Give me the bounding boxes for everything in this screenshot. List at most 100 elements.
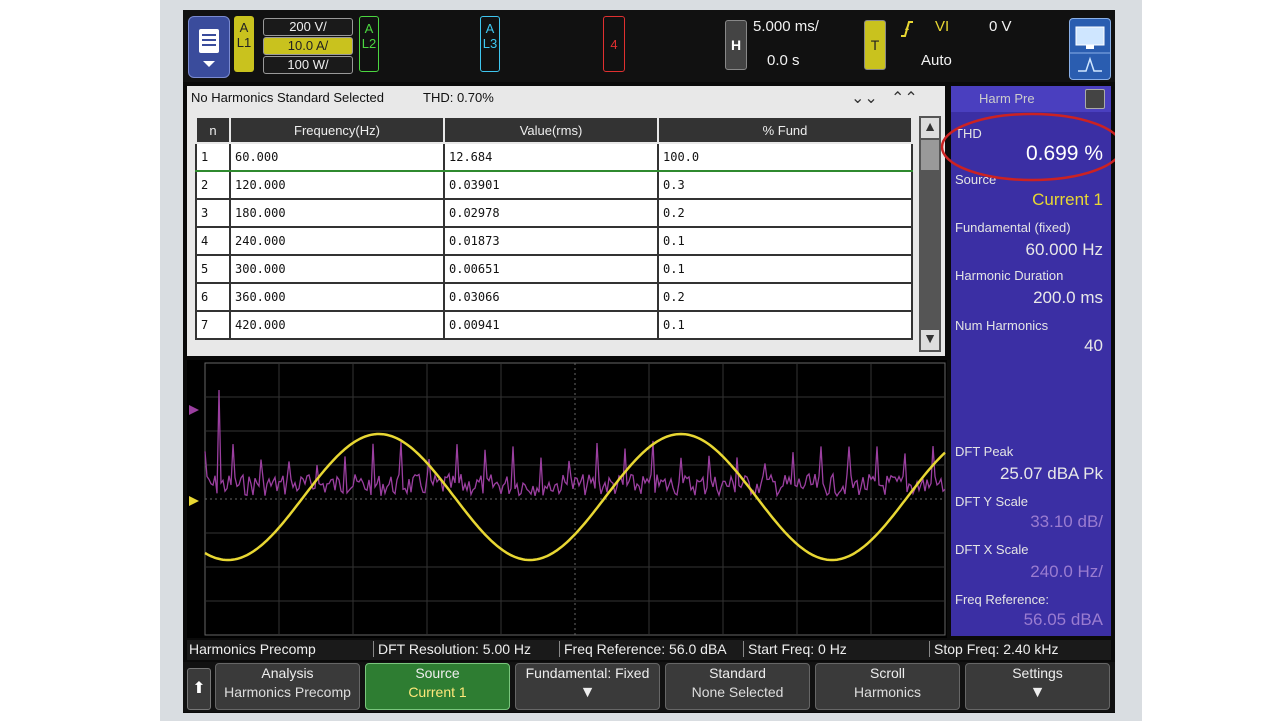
channel-l1-scales[interactable]: 200 V/ 10.0 A/ 100 W/: [263, 16, 355, 74]
num-harmonics-label: Num Harmonics: [955, 318, 1049, 333]
softkey-fundamental[interactable]: Fundamental: Fixed ▼: [515, 663, 660, 710]
num-harmonics-value: 40: [1084, 336, 1103, 355]
col-frequency[interactable]: Frequency(Hz): [229, 116, 445, 144]
side-panel-header: Harm Pre: [951, 86, 1111, 112]
fft-ground-marker[interactable]: [189, 405, 199, 415]
table-cell: 300.000: [229, 254, 445, 284]
table-cell: 4: [195, 226, 231, 256]
table-row[interactable]: 1 60.000 12.684 100.0: [195, 142, 913, 172]
table-cell: 0.00941: [443, 310, 659, 340]
channel-l3-letter: A: [485, 21, 495, 36]
panel-settings-icon[interactable]: [1085, 89, 1105, 109]
channel-l1-name: L1: [236, 35, 252, 50]
table-cell: 0.00651: [443, 254, 659, 284]
table-cell: 6: [195, 282, 231, 312]
channel-l1-tag[interactable]: A L1: [234, 16, 254, 72]
softkey-analysis[interactable]: Analysis Harmonics Precomp: [215, 663, 360, 710]
table-row[interactable]: 3 180.000 0.02978 0.2: [195, 198, 913, 228]
voltage-scale: 200 V/: [263, 18, 353, 36]
softkey-source-label: Source: [415, 665, 460, 681]
table-cell: 0.2: [657, 198, 913, 228]
table-row[interactable]: 7 420.000 0.00941 0.1: [195, 310, 913, 340]
dft-xscale-value: 240.0 Hz/: [1030, 562, 1103, 581]
freq-ref-value: 56.05 dBA: [1023, 610, 1103, 629]
table-cell: 0.03066: [443, 282, 659, 312]
channel-l3-name: L3: [482, 36, 498, 51]
channel-1-ground-marker[interactable]: [189, 496, 199, 506]
softkey-source[interactable]: Source Current 1: [365, 663, 510, 710]
col-value[interactable]: Value(rms): [443, 116, 659, 144]
duration-value: 200.0 ms: [1033, 288, 1103, 307]
table-cell: 100.0: [657, 142, 913, 172]
side-panel-tab[interactable]: Harm Pre: [979, 91, 1035, 106]
channel-l2-name: L2: [361, 36, 377, 51]
collapse-up-icon[interactable]: ⌃⌃: [891, 88, 918, 108]
display-mode-button[interactable]: [1069, 18, 1111, 80]
table-cell: 0.3: [657, 170, 913, 200]
col-n[interactable]: n: [195, 116, 231, 144]
dft-yscale-label: DFT Y Scale: [955, 494, 1028, 509]
trigger-button[interactable]: T: [864, 20, 886, 70]
harmonics-table: n Frequency(Hz) Value(rms) % Fund 1 60.00…: [195, 116, 913, 340]
horizontal-button[interactable]: H: [725, 20, 747, 70]
channel-4-tag[interactable]: 4: [603, 16, 625, 72]
table-cell: 0.01873: [443, 226, 659, 256]
thd-summary: THD: 0.70%: [423, 90, 494, 105]
table-row[interactable]: 6 360.000 0.03066 0.2: [195, 282, 913, 312]
delay-value: 0.0 s: [767, 52, 800, 69]
rising-edge-icon: [901, 21, 913, 37]
table-cell: 5: [195, 254, 231, 284]
dft-peak-label: DFT Peak: [955, 444, 1014, 459]
softkey-settings[interactable]: Settings ▼: [965, 663, 1110, 710]
table-row[interactable]: 5 300.000 0.00651 0.1: [195, 254, 913, 284]
col-fund[interactable]: % Fund: [657, 116, 913, 144]
collapse-down-icon[interactable]: ⌄⌄: [851, 88, 878, 108]
timebase-value: 5.000 ms/: [753, 18, 819, 35]
table-cell: 120.000: [229, 170, 445, 200]
channel-l3-tag[interactable]: A L3: [480, 16, 500, 72]
softkey-bar: ⬆ Analysis Harmonics Precomp Source Curr…: [183, 662, 1115, 712]
menu-button[interactable]: [188, 16, 230, 78]
status-freq-reference: Freq Reference: 56.0 dBA: [559, 641, 727, 657]
channel-l2-tag[interactable]: A L2: [359, 16, 379, 72]
table-row[interactable]: 4 240.000 0.01873 0.1: [195, 226, 913, 256]
trigger-source: VI: [935, 18, 950, 35]
status-start-freq: Start Freq: 0 Hz: [743, 641, 847, 657]
table-cell: 0.1: [657, 226, 913, 256]
table-cell: 60.000: [229, 142, 445, 172]
table-cell: 240.000: [229, 226, 445, 256]
dft-yscale-value: 33.10 dB/: [1030, 512, 1103, 531]
status-line: Harmonics Precomp DFT Resolution: 5.00 H…: [187, 640, 1111, 660]
menu-icon: [199, 29, 219, 67]
trigger-mode: Auto: [921, 52, 952, 69]
harmonics-table-panel: No Harmonics Standard Selected THD: 0.70…: [187, 86, 945, 356]
table-cell: 0.2: [657, 282, 913, 312]
table-cell: 7: [195, 310, 231, 340]
softkey-standard-value: None Selected: [691, 684, 784, 700]
softkey-scroll-value: Harmonics: [854, 684, 921, 700]
softkey-standard[interactable]: Standard None Selected: [665, 663, 810, 710]
oscilloscope-screen: A L1 200 V/ 10.0 A/ 100 W/ A L2 A L3 4 H…: [183, 10, 1115, 713]
softkey-source-value: Current 1: [408, 684, 467, 700]
softkey-scroll[interactable]: Scroll Harmonics: [815, 663, 960, 710]
current-scale: 10.0 A/: [263, 37, 353, 55]
top-bar: A L1 200 V/ 10.0 A/ 100 W/ A L2 A L3 4 H…: [183, 10, 1115, 82]
waveform-graticule: [189, 362, 946, 636]
channel-l1-letter: A: [239, 20, 249, 35]
dft-peak-value: 25.07 dBA Pk: [999, 464, 1103, 483]
status-stop-freq: Stop Freq: 2.40 kHz: [929, 641, 1059, 657]
table-row[interactable]: 2 120.000 0.03901 0.3: [195, 170, 913, 200]
duration-label: Harmonic Duration: [955, 268, 1064, 283]
softkey-settings-label: Settings: [1012, 665, 1063, 681]
down-arrow-icon: ▼: [579, 684, 596, 701]
channel-l2-letter: A: [364, 21, 374, 36]
table-cell: 180.000: [229, 198, 445, 228]
back-arrow-icon[interactable]: ⬆: [187, 668, 211, 710]
status-mode: Harmonics Precomp: [189, 641, 316, 657]
scroll-down-icon[interactable]: ▼: [921, 330, 939, 350]
status-dft-resolution: DFT Resolution: 5.00 Hz: [373, 641, 531, 657]
source-value: Current 1: [1032, 190, 1103, 209]
table-cell: 3: [195, 198, 231, 228]
table-cell: 2: [195, 170, 231, 200]
softkey-standard-label: Standard: [709, 665, 766, 681]
